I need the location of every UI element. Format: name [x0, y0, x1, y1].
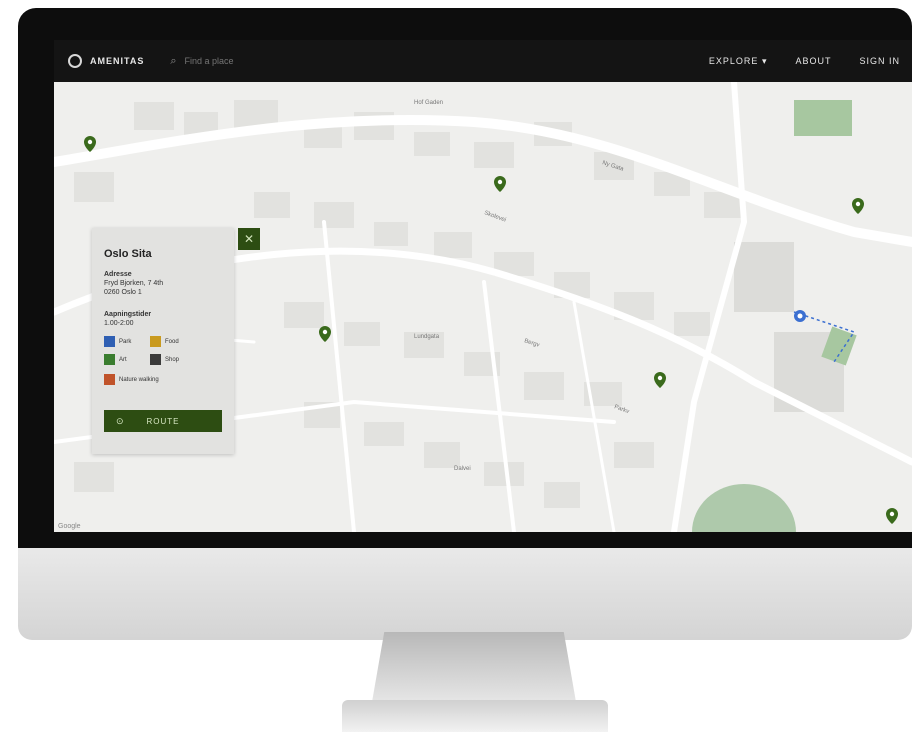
category-food[interactable]: Food	[150, 336, 179, 347]
shop-category-icon	[150, 354, 161, 365]
nav-sign-in[interactable]: SIGN IN	[859, 56, 900, 67]
search-icon: ⌕	[170, 54, 177, 67]
monitor-chin	[18, 548, 912, 640]
place-info-panel: Oslo Sita Adresse Fryd Bjorken, 7 4th 02…	[92, 228, 234, 454]
address-block: Adresse Fryd Bjorken, 7 4th 0260 Oslo 1	[104, 270, 224, 297]
top-navigation-bar: AMENITAS ⌕ EXPLORE ▾ ABOUT SIGN IN	[54, 40, 912, 82]
search-input[interactable]	[182, 55, 307, 67]
food-category-icon	[150, 336, 161, 347]
park-area	[794, 100, 852, 136]
nav-explore[interactable]: EXPLORE ▾	[709, 56, 768, 67]
location-logo-icon	[68, 54, 82, 68]
category-label: Park	[119, 338, 132, 345]
category-label: Shop	[165, 356, 180, 363]
street-label: Lundgata	[414, 334, 440, 340]
category-nature-walking[interactable]: Nature walking	[104, 374, 164, 385]
address-label: Adresse	[104, 271, 132, 278]
close-icon: ✕	[243, 232, 255, 246]
brand-name: AMENITAS	[90, 56, 145, 66]
hours-value: 1.00-2:00	[104, 320, 134, 327]
nature-walking-category-icon	[104, 374, 115, 385]
category-label: Art	[119, 356, 127, 363]
street-label: Hof Gaden	[414, 100, 443, 106]
place-title: Oslo Sita	[104, 248, 152, 260]
address-line: 0260 Oslo 1	[104, 289, 142, 296]
hours-label: Aapningstider	[104, 311, 152, 318]
street-label: Skolevei	[483, 210, 506, 223]
street-label: Parkv	[613, 404, 629, 415]
monitor-stand	[372, 632, 576, 702]
nav-about[interactable]: ABOUT	[795, 56, 831, 67]
street-label: Bergv	[523, 338, 540, 349]
route-button[interactable]: ⊙ ROUTE	[104, 410, 222, 432]
category-label: Nature walking	[119, 376, 159, 383]
monitor: AMENITAS ⌕ EXPLORE ▾ ABOUT SIGN IN	[18, 8, 912, 640]
park-category-icon	[104, 336, 115, 347]
logo[interactable]: AMENITAS	[68, 54, 144, 68]
navigation-icon: ⊙	[116, 415, 125, 426]
category-art[interactable]: Art	[104, 354, 127, 365]
address-line: Fryd Bjorken, 7 4th	[104, 280, 164, 287]
art-category-icon	[104, 354, 115, 365]
street-label: Dalvei	[454, 466, 471, 472]
close-panel-button[interactable]: ✕	[238, 228, 260, 250]
search-box: ⌕	[170, 54, 307, 68]
category-label: Food	[165, 338, 179, 345]
hours-block: Aapningstider 1.00-2:00	[104, 310, 224, 328]
nav-links: EXPLORE ▾ ABOUT SIGN IN	[709, 56, 900, 67]
route-button-label: ROUTE	[146, 416, 180, 426]
screen: AMENITAS ⌕ EXPLORE ▾ ABOUT SIGN IN	[54, 40, 912, 532]
category-shop[interactable]: Shop	[150, 354, 179, 365]
monitor-stand-base	[342, 700, 608, 732]
map-attribution: Google	[58, 523, 81, 530]
category-park[interactable]: Park	[104, 336, 131, 347]
